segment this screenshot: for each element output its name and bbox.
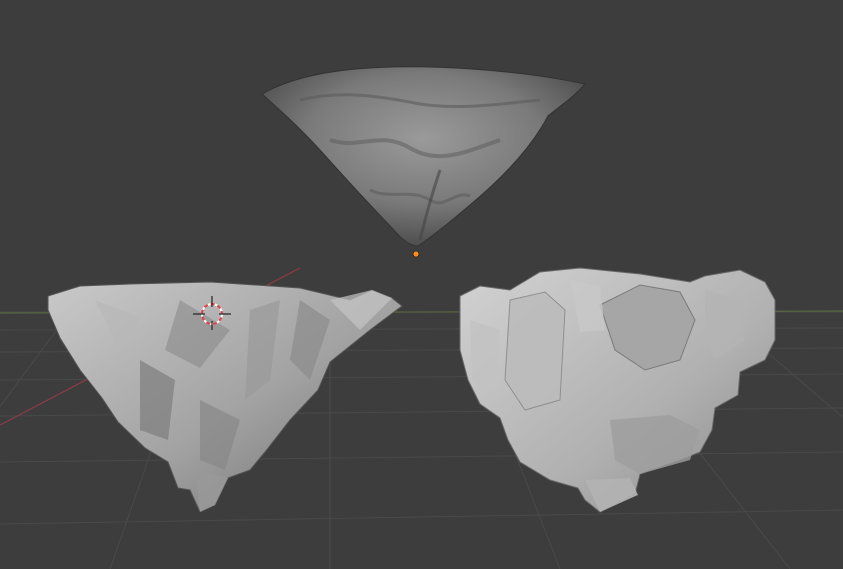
object-origin-icon [412,250,420,258]
viewport-canvas[interactable] [0,0,843,569]
3d-viewport[interactable] [0,0,843,569]
rock-mesh-left[interactable] [47,281,403,513]
rock-mesh-right[interactable] [459,267,776,513]
rock-mesh-top[interactable] [261,66,586,247]
